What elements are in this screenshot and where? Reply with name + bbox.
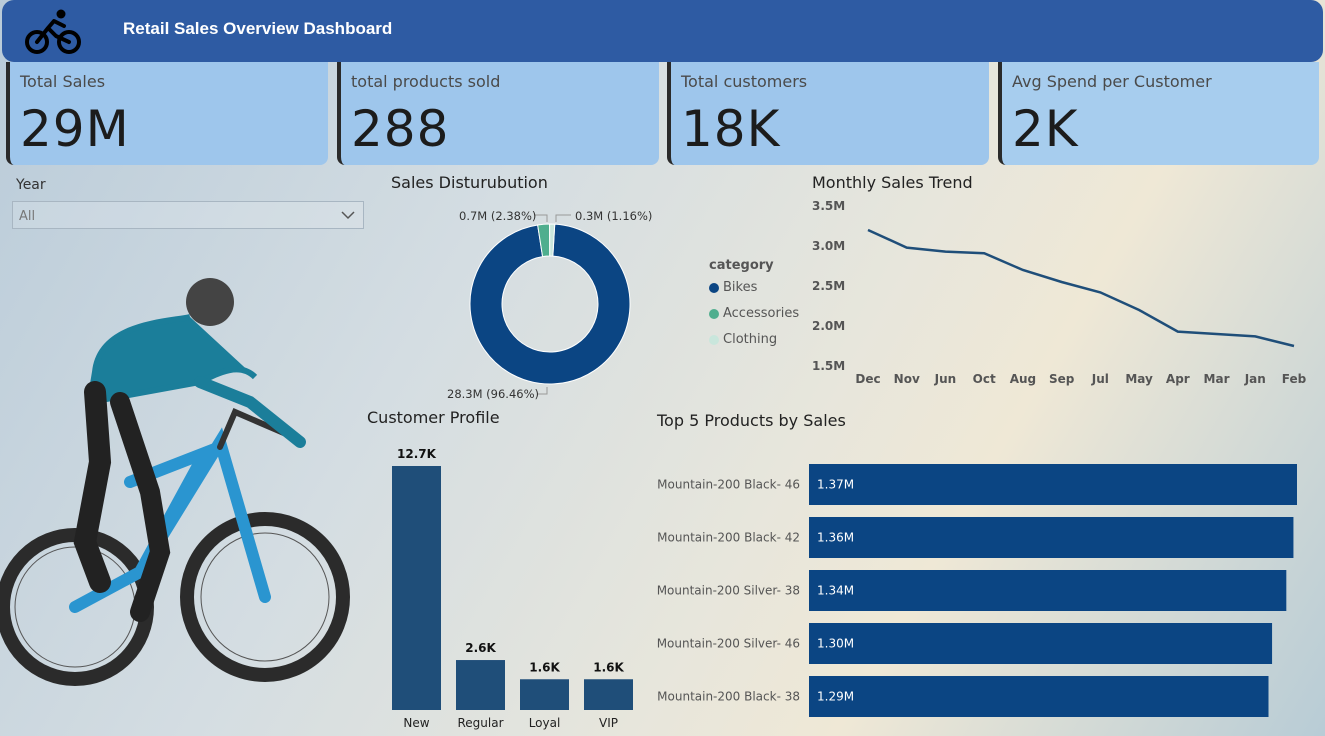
bar-data-label: 1.36M [817, 531, 854, 545]
bicycle-icon [25, 9, 81, 54]
kpi-value: 18K [681, 100, 781, 158]
y-tick-label: 2.5M [812, 279, 845, 293]
y-tick-label: 1.5M [812, 359, 845, 373]
bar-data-label: 1.37M [817, 478, 854, 492]
x-tick-label: Sep [1049, 372, 1075, 386]
y-tick-label: 3.0M [812, 239, 845, 253]
product-bar[interactable] [809, 464, 1297, 505]
kpi-card-total-customers[interactable]: Total customers 18K [667, 62, 989, 165]
x-tick-label: May [1125, 372, 1153, 386]
top-products-bar-chart[interactable]: Mountain-200 Black- 46 1.37M Mountain-200 … [650, 455, 1320, 730]
donut-title: Sales Disturubution [391, 173, 548, 192]
bar-data-label: 2.6K [465, 641, 496, 655]
x-tick-label: Feb [1282, 372, 1307, 386]
x-tick-label: Oct [973, 372, 996, 386]
dashboard: Retail Sales Overview Dashboard Total Sa… [0, 0, 1325, 736]
legend-dot [709, 308, 719, 319]
kpi-label: Total customers [681, 72, 808, 91]
y-category-label: Mountain-200 Black- 46 [657, 478, 800, 492]
sales-distribution-donut[interactable]: 0.7M (2.38%) 0.3M (1.16%) 28.3M (96.46%) [430, 200, 690, 405]
x-tick-label: Apr [1166, 372, 1190, 386]
bar-loyal[interactable] [520, 679, 569, 710]
legend-item-bikes[interactable]: Bikes [709, 280, 757, 295]
y-tick-label: 2.0M [812, 319, 845, 333]
x-tick-label: Loyal [529, 716, 561, 730]
product-bar[interactable] [809, 676, 1269, 717]
x-tick-label: Aug [1010, 372, 1036, 386]
bar-data-label: 1.6K [593, 660, 624, 674]
bar-data-label: 1.30M [817, 637, 854, 651]
legend-item-clothing[interactable]: Clothing [709, 332, 777, 347]
bar-new[interactable] [392, 466, 441, 710]
x-tick-label: Nov [894, 372, 920, 386]
legend-title: category [709, 258, 774, 273]
x-tick-label: Regular [457, 716, 503, 730]
bar-vip[interactable] [584, 679, 633, 710]
product-bar[interactable] [809, 517, 1294, 558]
customer-profile-bar-chart[interactable]: 12.7K New 2.6K Regular 1.6K Loyal 1.6K VIP [380, 435, 650, 736]
header-bar: Retail Sales Overview Dashboard [2, 0, 1323, 62]
x-tick-label: New [403, 716, 429, 730]
legend-item-accessories[interactable]: Accessories [709, 306, 799, 321]
kpi-value: 288 [351, 100, 450, 158]
kpi-card-total-sales[interactable]: Total Sales 29M [6, 62, 328, 165]
y-category-label: Mountain-200 Black- 42 [657, 531, 800, 545]
kpi-label: Total Sales [20, 72, 106, 91]
bar-data-label: 1.6K [529, 660, 560, 674]
year-slicer-label: Year [16, 177, 46, 193]
legend-dot [709, 282, 719, 293]
y-category-label: Mountain-200 Silver- 46 [657, 637, 800, 651]
label-leader-line [555, 214, 571, 222]
bar-data-label: 12.7K [397, 447, 437, 461]
donut-data-label: 28.3M (96.46%) [447, 387, 539, 401]
x-tick-label: Jan [1244, 372, 1266, 386]
year-slicer-dropdown[interactable]: All [12, 201, 364, 229]
legend-label: Clothing [723, 332, 778, 347]
kpi-card-avg-spend[interactable]: Avg Spend per Customer 2K [998, 62, 1319, 165]
trend-line[interactable] [867, 228, 1295, 348]
y-tick-label: 3.5M [812, 199, 845, 213]
trend-title: Monthly Sales Trend [812, 173, 973, 192]
kpi-label: Avg Spend per Customer [1012, 72, 1212, 91]
x-tick-label: VIP [599, 716, 618, 730]
top5-title: Top 5 Products by Sales [657, 411, 846, 430]
y-category-label: Mountain-200 Silver- 38 [657, 584, 800, 598]
year-slicer-value: All [19, 209, 36, 224]
x-tick-label: Jun [934, 372, 957, 386]
kpi-value: 29M [20, 100, 130, 158]
donut-data-label: 0.7M (2.38%) [459, 209, 536, 223]
kpi-value: 2K [1012, 100, 1079, 158]
cyclist-image [0, 278, 350, 686]
x-tick-label: Mar [1204, 372, 1230, 386]
profile-title: Customer Profile [367, 408, 500, 427]
legend-dot [709, 334, 719, 345]
x-tick-label: Dec [855, 372, 880, 386]
x-tick-label: Jul [1091, 372, 1109, 386]
chevron-down-icon [341, 211, 355, 220]
bar-data-label: 1.34M [817, 584, 854, 598]
product-bar[interactable] [809, 570, 1287, 611]
page-title: Retail Sales Overview Dashboard [123, 19, 393, 38]
legend-label: Accessories [723, 306, 800, 321]
product-bar[interactable] [809, 623, 1273, 664]
monthly-sales-line-chart[interactable]: 3.5M 3.0M 2.5M 2.0M 1.5M Dec Nov Jun Oct Aug Sep Ju… [800, 195, 1320, 395]
y-category-label: Mountain-200 Black- 38 [657, 690, 800, 704]
legend-label: Bikes [723, 280, 758, 295]
bar-data-label: 1.29M [817, 690, 854, 704]
kpi-card-products-sold[interactable]: total products sold 288 [337, 62, 659, 165]
bar-regular[interactable] [456, 660, 505, 710]
kpi-label: total products sold [351, 72, 501, 91]
donut-data-label: 0.3M (1.16%) [575, 209, 652, 223]
